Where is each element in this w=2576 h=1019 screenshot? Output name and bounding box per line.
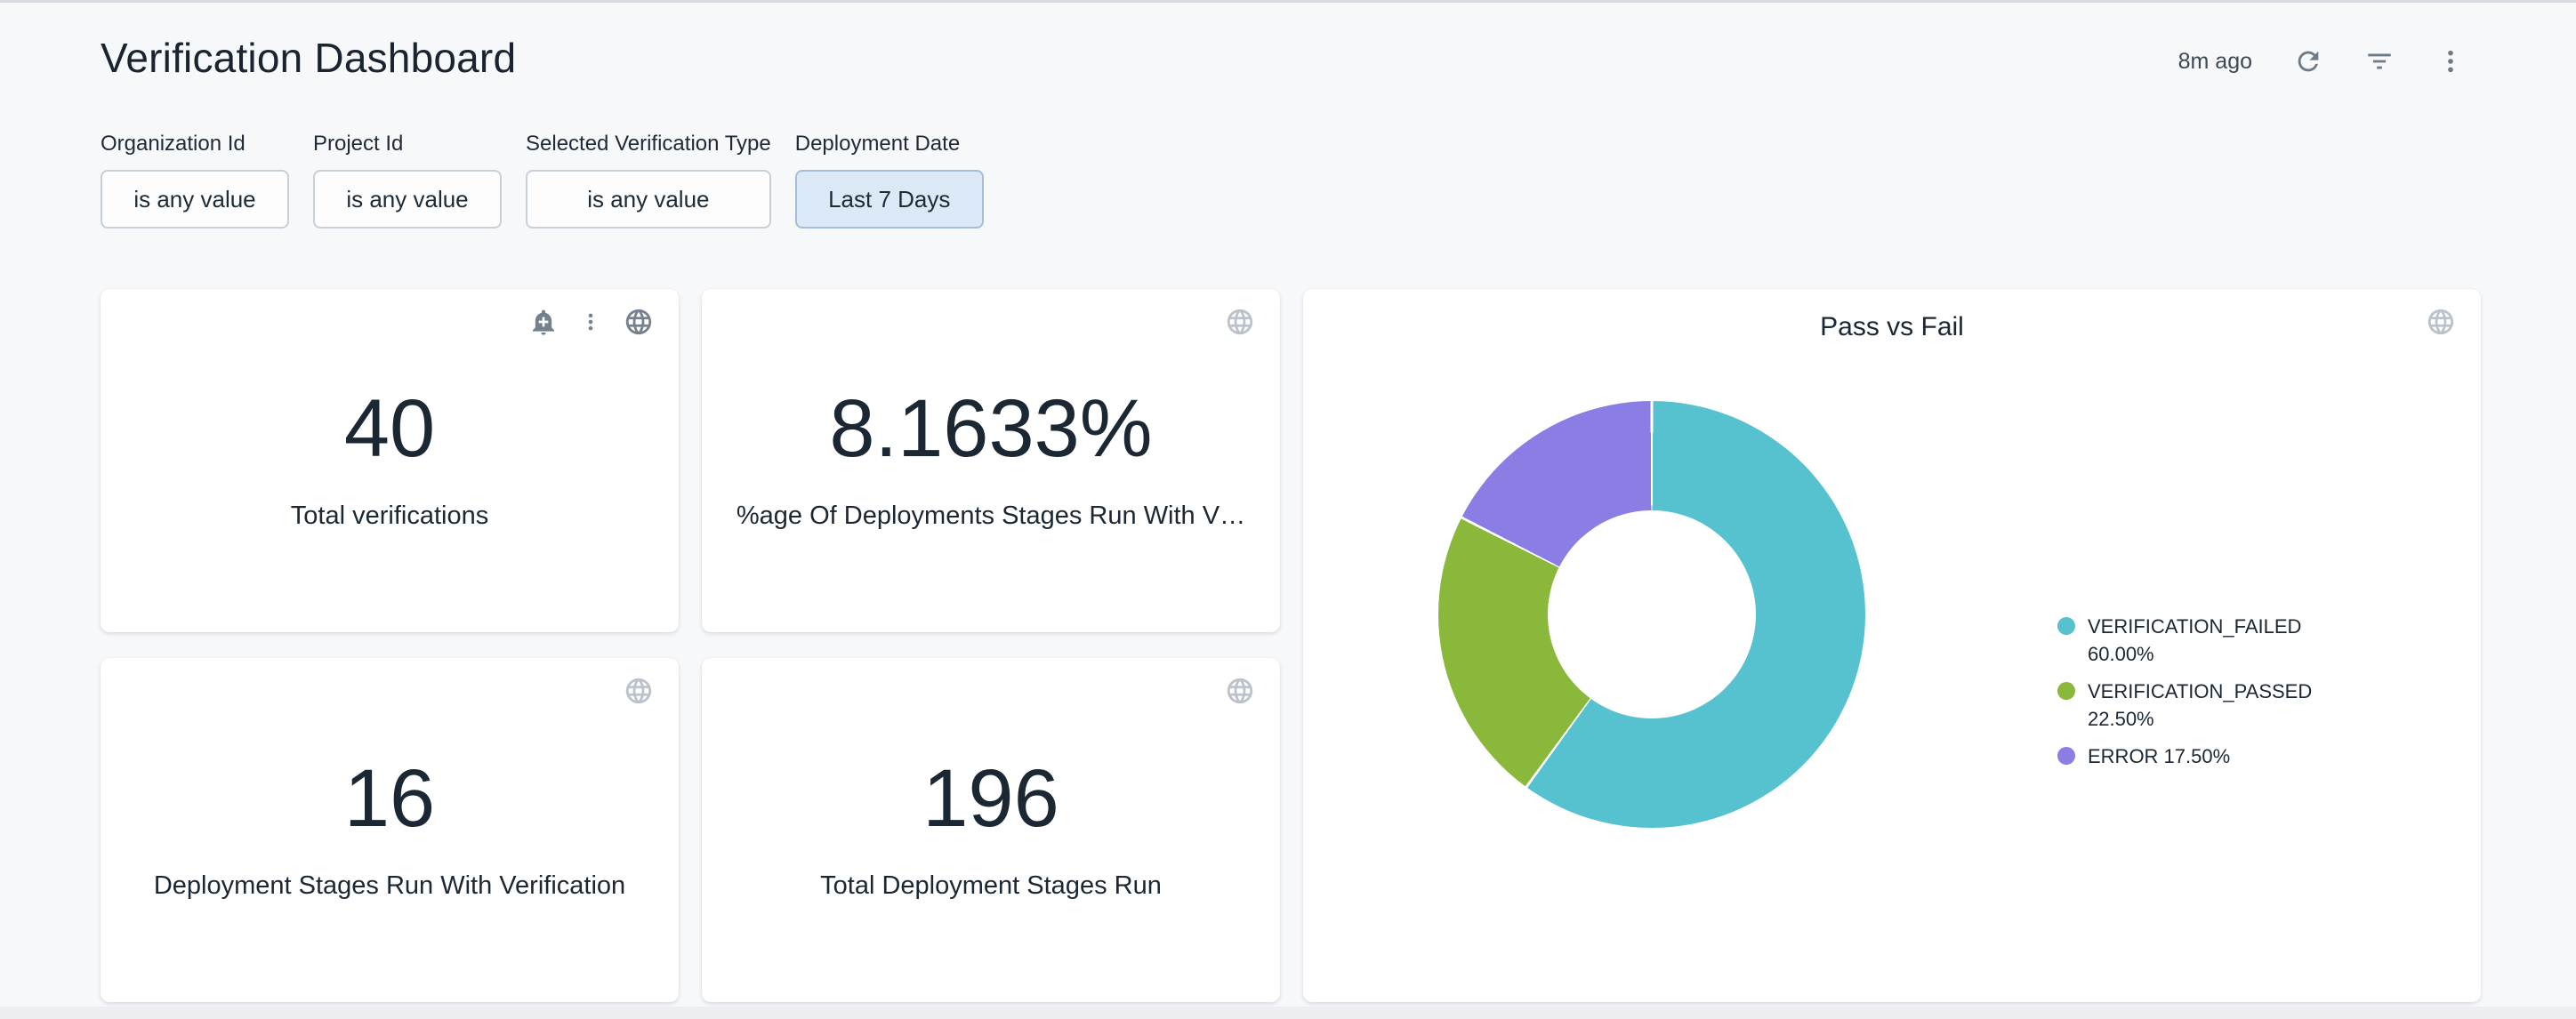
kpi-value: 16 <box>344 758 435 839</box>
kpi-content: 196 Total Deployment Stages Run <box>702 658 1280 1002</box>
filter-group-project-id: Project Id is any value <box>313 132 502 229</box>
filter-group-deployment-date: Deployment Date Last 7 Days <box>795 132 984 229</box>
chart-tile-pass-vs-fail: Pass vs Fail VERIFICATION_FAILED 60.00% … <box>1303 289 2481 1002</box>
legend-label: VERIFICATION_PASSED 22.50% <box>2088 678 2337 733</box>
kpi-label: Deployment Stages Run With Verification <box>154 870 625 903</box>
filter-chip-verification-type[interactable]: is any value <box>526 170 771 229</box>
filter-chip-project-id[interactable]: is any value <box>313 170 502 229</box>
kpi-content: 8.1633% %age Of Deployments Stages Run W… <box>702 289 1280 632</box>
legend-label: ERROR 17.50% <box>2088 742 2230 770</box>
legend-item-verification-failed[interactable]: VERIFICATION_FAILED 60.00% <box>2057 613 2337 668</box>
legend-label: VERIFICATION_FAILED 60.00% <box>2088 613 2337 668</box>
kpi-content: 40 Total verifications <box>101 289 679 632</box>
filter-label: Project Id <box>313 132 502 156</box>
filter-label: Deployment Date <box>795 132 984 156</box>
kpi-label: Total Deployment Stages Run <box>820 870 1162 903</box>
legend-item-error[interactable]: ERROR 17.50% <box>2057 742 2337 770</box>
window-top-border <box>0 0 2576 3</box>
legend-swatch <box>2057 617 2075 635</box>
kpi-label: %age Of Deployments Stages Run With V… <box>737 500 1245 534</box>
kpi-tile-total-stages-run: 196 Total Deployment Stages Run <box>702 658 1280 1002</box>
donut-chart[interactable] <box>1438 401 1865 828</box>
legend-item-verification-passed[interactable]: VERIFICATION_PASSED 22.50% <box>2057 678 2337 733</box>
dashboard-grid: 40 Total verifications 8.1633% %age Of D… <box>101 289 2481 1002</box>
kpi-value: 40 <box>344 388 435 469</box>
kpi-tile-pct-stages-with-verification: 8.1633% %age Of Deployments Stages Run W… <box>702 289 1280 632</box>
refresh-icon <box>2293 46 2323 76</box>
filter-group-organization-id: Organization Id is any value <box>101 132 289 229</box>
dashboard-filter-button[interactable] <box>2364 46 2395 76</box>
filter-bar: Organization Id is any value Project Id … <box>101 132 984 229</box>
last-refresh-timestamp: 8m ago <box>2178 49 2252 75</box>
chart-legend: VERIFICATION_FAILED 60.00% VERIFICATION_… <box>2057 613 2337 770</box>
kpi-value: 196 <box>922 758 1059 839</box>
chart-title: Pass vs Fail <box>1303 312 2481 342</box>
kebab-menu-icon <box>2435 46 2466 76</box>
legend-swatch <box>2057 747 2075 765</box>
refresh-button[interactable] <box>2293 46 2323 76</box>
tile-actions <box>2426 307 2456 337</box>
kpi-content: 16 Deployment Stages Run With Verificati… <box>101 658 679 1002</box>
filter-icon <box>2364 46 2395 76</box>
kpi-value: 8.1633% <box>829 388 1152 469</box>
dashboard-header-actions: 8m ago <box>2178 46 2466 76</box>
kpi-tile-total-verifications: 40 Total verifications <box>101 289 679 632</box>
kpi-tile-stages-with-verification: 16 Deployment Stages Run With Verificati… <box>101 658 679 1002</box>
kpi-label: Total verifications <box>291 500 488 534</box>
page-bottom-strip <box>0 1007 2576 1019</box>
legend-swatch <box>2057 682 2075 700</box>
tile-globe-button[interactable] <box>2426 307 2456 337</box>
filter-label: Selected Verification Type <box>526 132 771 156</box>
filter-chip-organization-id[interactable]: is any value <box>101 170 289 229</box>
dashboard-more-actions-button[interactable] <box>2435 46 2466 76</box>
filter-group-verification-type: Selected Verification Type is any value <box>526 132 771 229</box>
filter-label: Organization Id <box>101 132 289 156</box>
globe-icon <box>2426 307 2456 337</box>
page-title: Verification Dashboard <box>101 34 516 82</box>
filter-chip-deployment-date[interactable]: Last 7 Days <box>795 170 984 229</box>
